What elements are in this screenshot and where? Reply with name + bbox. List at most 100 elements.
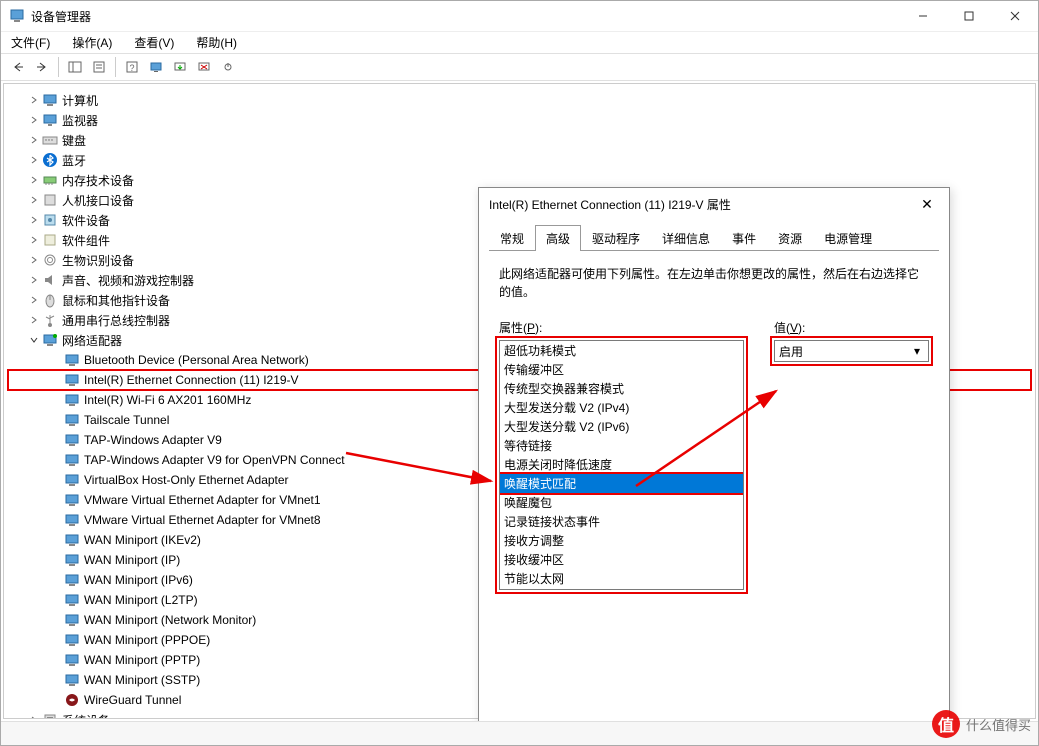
- tree-item-label: WAN Miniport (IPv6): [84, 573, 193, 587]
- biometric-icon: [42, 252, 58, 268]
- properties-button[interactable]: [88, 56, 110, 78]
- menu-view[interactable]: 查看(V): [130, 32, 178, 53]
- chevron-icon: [28, 235, 40, 245]
- tab-3[interactable]: 详细信息: [651, 225, 721, 251]
- menubar: 文件(F) 操作(A) 查看(V) 帮助(H): [1, 31, 1038, 53]
- update-driver-button[interactable]: [169, 56, 191, 78]
- tree-item-label: 键盘: [62, 132, 86, 149]
- tree-item-label: 鼠标和其他指针设备: [62, 292, 170, 309]
- toolbar: ?: [1, 53, 1038, 81]
- watermark: 值 什么值得买: [932, 710, 1031, 738]
- menu-file[interactable]: 文件(F): [7, 32, 54, 53]
- tree-item-label: WAN Miniport (Network Monitor): [84, 613, 256, 627]
- tab-2[interactable]: 驱动程序: [581, 225, 651, 251]
- tree-item-label: 生物识别设备: [62, 252, 134, 269]
- nic-icon: [64, 372, 80, 388]
- chevron-icon: [28, 195, 40, 205]
- property-item[interactable]: 接收方调整: [500, 531, 743, 550]
- tree-item-label: 通用串行总线控制器: [62, 312, 170, 329]
- window-title: 设备管理器: [31, 8, 900, 25]
- uninstall-button[interactable]: [193, 56, 215, 78]
- tab-0[interactable]: 常规: [489, 225, 535, 251]
- tree-item-label: VMware Virtual Ethernet Adapter for VMne…: [84, 513, 321, 527]
- component-icon: [42, 232, 58, 248]
- value-text: 启用: [779, 343, 910, 360]
- show-hide-tree-button[interactable]: [64, 56, 86, 78]
- property-item[interactable]: 等待链接: [500, 436, 743, 455]
- tree-item-label: WireGuard Tunnel: [84, 693, 181, 707]
- tree-item-label: Bluetooth Device (Personal Area Network): [84, 353, 309, 367]
- tree-item-label: 软件组件: [62, 232, 110, 249]
- nic-icon: [64, 652, 80, 668]
- tree-item-label: 网络适配器: [62, 332, 122, 349]
- property-item[interactable]: 电源关闭时降低速度: [500, 455, 743, 474]
- network-icon: [42, 332, 58, 348]
- scan-button[interactable]: [145, 56, 167, 78]
- dialog-title: Intel(R) Ethernet Connection (11) I219-V…: [489, 196, 915, 213]
- monitor-icon: [42, 112, 58, 128]
- property-item[interactable]: 大型发送分载 V2 (IPv6): [500, 417, 743, 436]
- tree-item-label: 内存技术设备: [62, 172, 134, 189]
- tab-6[interactable]: 电源管理: [813, 225, 883, 251]
- minimize-button[interactable]: [900, 1, 946, 31]
- property-item[interactable]: 记录链接状态事件: [500, 512, 743, 531]
- tree-item-label: WAN Miniport (PPPOE): [84, 633, 210, 647]
- nic-icon: [64, 552, 80, 568]
- app-icon: [9, 8, 25, 24]
- chevron-icon: [28, 315, 40, 325]
- nic-icon: [64, 532, 80, 548]
- menu-help[interactable]: 帮助(H): [192, 32, 241, 53]
- dropdown-icon: ▾: [910, 344, 924, 358]
- dialog-titlebar: Intel(R) Ethernet Connection (11) I219-V…: [479, 188, 949, 220]
- tree-item-label: Intel(R) Wi-Fi 6 AX201 160MHz: [84, 393, 251, 407]
- property-item[interactable]: 大型发送分载 V2 (IPv4): [500, 398, 743, 417]
- property-item[interactable]: 超低功耗模式: [500, 341, 743, 360]
- nic-icon: [64, 592, 80, 608]
- tree-item-label: TAP-Windows Adapter V9: [84, 433, 222, 447]
- close-button[interactable]: [992, 1, 1038, 31]
- nic-icon: [64, 672, 80, 688]
- maximize-button[interactable]: [946, 1, 992, 31]
- properties-dialog: Intel(R) Ethernet Connection (11) I219-V…: [478, 187, 950, 721]
- nic-icon: [64, 492, 80, 508]
- chevron-icon: [28, 175, 40, 185]
- disable-button[interactable]: [217, 56, 239, 78]
- memory-icon: [42, 172, 58, 188]
- property-item[interactable]: 接收缓冲区: [500, 550, 743, 569]
- usb-icon: [42, 312, 58, 328]
- property-item[interactable]: 巨帧数据包: [500, 588, 743, 590]
- tree-item-label: WAN Miniport (SSTP): [84, 673, 200, 687]
- nic-icon: [64, 472, 80, 488]
- tree-item-label: 蓝牙: [62, 152, 86, 169]
- software-icon: [42, 212, 58, 228]
- property-item[interactable]: 节能以太网: [500, 569, 743, 588]
- property-item[interactable]: 传输缓冲区: [500, 360, 743, 379]
- chevron-icon: [28, 295, 40, 305]
- tab-1[interactable]: 高级: [535, 225, 581, 251]
- dialog-close-button[interactable]: ✕: [915, 192, 939, 216]
- property-listbox[interactable]: 超低功耗模式传输缓冲区传统型交换器兼容模式大型发送分载 V2 (IPv4)大型发…: [499, 340, 744, 590]
- forward-button[interactable]: [31, 56, 53, 78]
- tree-item-label: WAN Miniport (PPTP): [84, 653, 200, 667]
- bluetooth-icon: [42, 152, 58, 168]
- help-button[interactable]: ?: [121, 56, 143, 78]
- nic-icon: [64, 352, 80, 368]
- tree-item[interactable]: 键盘: [8, 130, 1031, 150]
- property-item[interactable]: 唤醒模式匹配: [500, 474, 743, 493]
- tree-item-label: 系统设备: [62, 712, 110, 720]
- menu-action[interactable]: 操作(A): [68, 32, 116, 53]
- value-dropdown[interactable]: 启用 ▾: [774, 340, 929, 362]
- chevron-icon: [28, 335, 40, 345]
- property-item[interactable]: 唤醒魔包: [500, 493, 743, 512]
- tree-item[interactable]: 计算机: [8, 90, 1031, 110]
- tab-4[interactable]: 事件: [721, 225, 767, 251]
- tree-item[interactable]: 监视器: [8, 110, 1031, 130]
- tree-item[interactable]: 蓝牙: [8, 150, 1031, 170]
- back-button[interactable]: [7, 56, 29, 78]
- chevron-icon: [28, 115, 40, 125]
- tree-item-label: VirtualBox Host-Only Ethernet Adapter: [84, 473, 289, 487]
- watermark-text: 什么值得买: [966, 715, 1031, 734]
- tree-item-label: TAP-Windows Adapter V9 for OpenVPN Conne…: [84, 453, 345, 467]
- tab-5[interactable]: 资源: [767, 225, 813, 251]
- property-item[interactable]: 传统型交换器兼容模式: [500, 379, 743, 398]
